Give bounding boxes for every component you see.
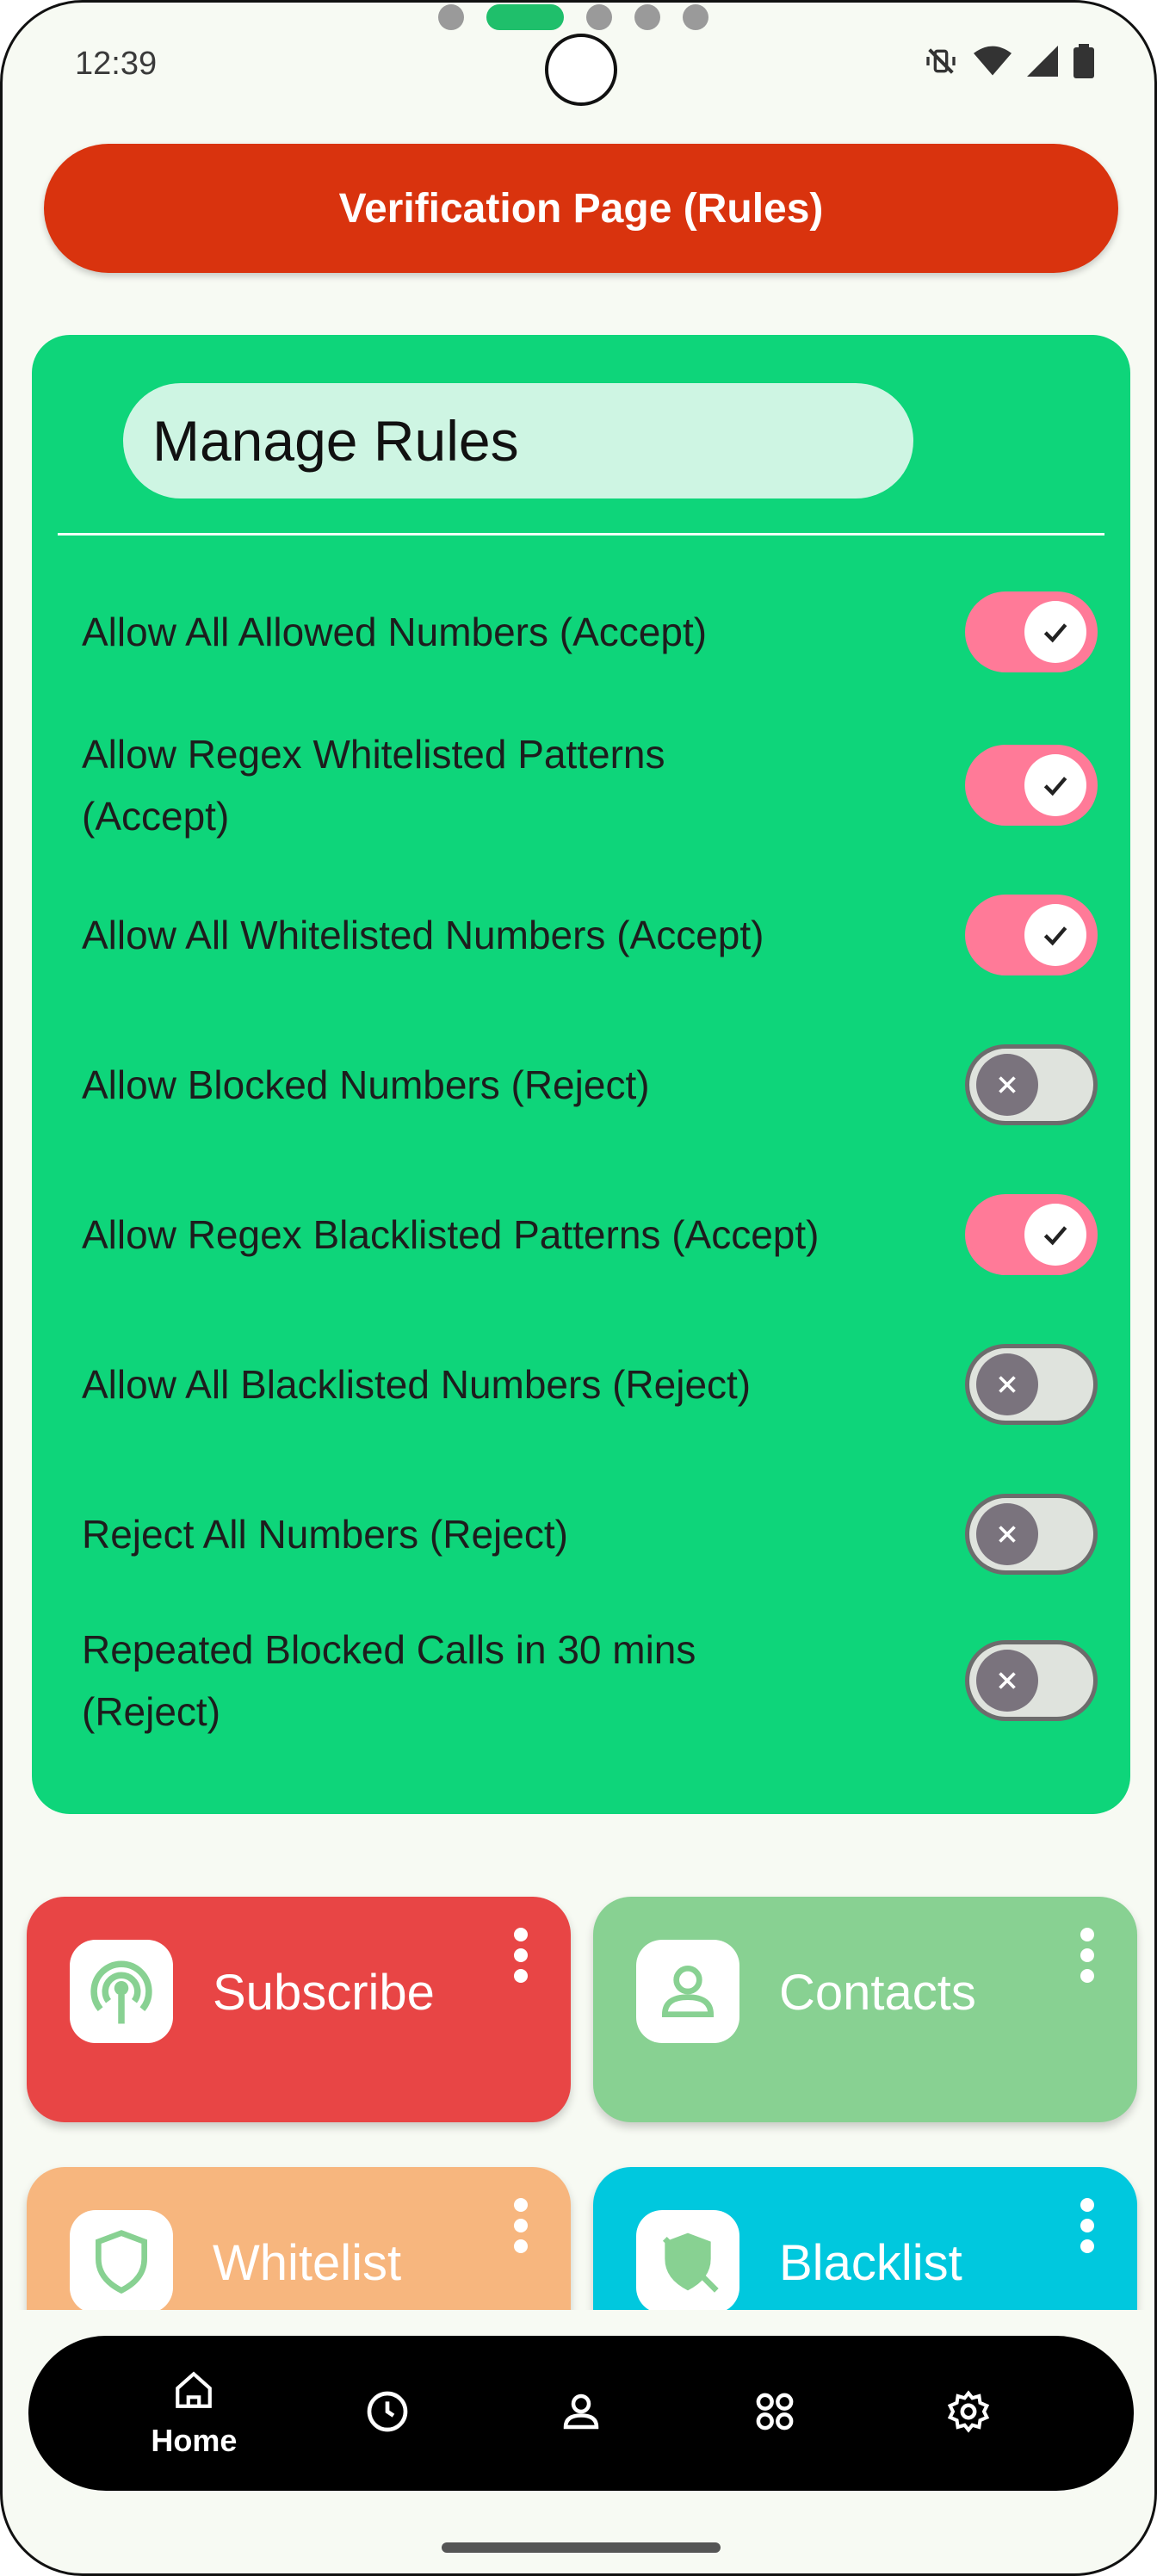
rule-label: Reject All Numbers (Reject)	[82, 1512, 568, 1557]
rule-label: Allow All Whitelisted Numbers (Accept)	[82, 913, 764, 957]
battery-icon	[1073, 44, 1094, 78]
page-dot	[634, 4, 660, 30]
rule-label: Repeated Blocked Calls in 30 mins (Rejec…	[82, 1627, 696, 1734]
nav-history[interactable]	[327, 2387, 448, 2440]
rule-row: Allow All Whitelisted Numbers (Accept)	[82, 888, 1098, 982]
more-vert-icon[interactable]	[514, 2198, 528, 2253]
history-icon	[363, 2387, 411, 2440]
status-bar: 12:39	[3, 3, 1154, 132]
rule-toggle[interactable]	[965, 1044, 1098, 1125]
tile-label: Contacts	[779, 1965, 976, 2021]
nav-home-label: Home	[151, 2422, 238, 2458]
rule-row: Allow All Allowed Numbers (Accept)	[82, 585, 1098, 679]
person-icon	[558, 2388, 604, 2439]
divider	[58, 533, 1104, 536]
nav-apps[interactable]	[715, 2388, 835, 2439]
rule-label: Allow Regex Whitelisted Patterns (Accept…	[82, 732, 665, 839]
shield-icon	[70, 2210, 173, 2310]
more-vert-icon[interactable]	[1080, 1928, 1094, 1983]
tiles-grid: Subscribe Contacts Whitelist Blacklist	[3, 1888, 1154, 2310]
rule-row: Allow All Blacklisted Numbers (Reject)	[82, 1337, 1098, 1432]
rule-label: Allow Regex Blacklisted Patterns (Accept…	[82, 1212, 820, 1257]
home-indicator[interactable]	[442, 2542, 721, 2553]
manage-rules-title: Manage Rules	[123, 383, 913, 498]
page-dot	[683, 4, 708, 30]
verification-page-button[interactable]: Verification Page (Rules)	[44, 144, 1118, 273]
settings-icon	[945, 2388, 992, 2439]
rule-row: Allow Blocked Numbers (Reject)	[82, 1037, 1098, 1132]
more-vert-icon[interactable]	[1080, 2198, 1094, 2253]
rule-row: Repeated Blocked Calls in 30 mins (Rejec…	[82, 1616, 1098, 1745]
page-dot	[438, 4, 464, 30]
phone-screen: 12:39 Verification Page (Rules) Manage R…	[0, 0, 1157, 2576]
rule-toggle[interactable]	[965, 1494, 1098, 1575]
tile-label: Blacklist	[779, 2235, 962, 2291]
signal-icon	[1027, 44, 1058, 78]
rule-row: Allow Regex Whitelisted Patterns (Accept…	[82, 721, 1098, 850]
page-dot	[586, 4, 612, 30]
rule-toggle[interactable]	[965, 745, 1098, 826]
vibrate-off-icon	[924, 44, 958, 78]
rule-label: Allow All Blacklisted Numbers (Reject)	[82, 1362, 752, 1407]
shield-blocked-icon	[636, 2210, 739, 2310]
rule-toggle[interactable]	[965, 1194, 1098, 1275]
status-time: 12:39	[75, 46, 158, 82]
more-vert-icon[interactable]	[514, 1928, 528, 1983]
person-icon	[636, 1940, 739, 2043]
check-icon	[1024, 754, 1086, 816]
manage-rules-card: Manage Rules Allow All Allowed Numbers (…	[32, 335, 1130, 1814]
tile-contacts[interactable]: Contacts	[593, 1897, 1137, 2122]
apps-icon	[752, 2388, 798, 2439]
tile-whitelist[interactable]: Whitelist	[27, 2167, 571, 2310]
tile-blacklist[interactable]: Blacklist	[593, 2167, 1137, 2310]
nav-profile[interactable]	[521, 2388, 641, 2439]
close-icon	[976, 1650, 1038, 1712]
close-icon	[976, 1503, 1038, 1565]
close-icon	[976, 1054, 1038, 1116]
rule-toggle[interactable]	[965, 591, 1098, 672]
rule-label: Allow All Allowed Numbers (Accept)	[82, 610, 708, 654]
nav-settings[interactable]	[908, 2388, 1029, 2439]
rule-toggle[interactable]	[965, 1344, 1098, 1425]
check-icon	[1024, 1204, 1086, 1266]
page-indicator	[438, 4, 708, 30]
close-icon	[976, 1353, 1038, 1415]
rule-toggle[interactable]	[965, 1640, 1098, 1721]
bottom-navigation: Home	[28, 2336, 1134, 2491]
tile-label: Whitelist	[213, 2235, 402, 2291]
rule-label: Allow Blocked Numbers (Reject)	[82, 1062, 650, 1107]
broadcast-icon	[70, 1940, 173, 2043]
check-icon	[1024, 904, 1086, 966]
wifi-icon	[974, 44, 1012, 78]
front-camera	[545, 34, 617, 106]
page-dot-active	[486, 4, 564, 30]
rule-row: Reject All Numbers (Reject)	[82, 1487, 1098, 1582]
tile-label: Subscribe	[213, 1965, 435, 2021]
rule-toggle[interactable]	[965, 895, 1098, 975]
tile-subscribe[interactable]: Subscribe	[27, 1897, 571, 2122]
nav-home[interactable]: Home	[133, 2369, 254, 2459]
home-icon	[172, 2369, 215, 2416]
check-icon	[1024, 601, 1086, 663]
rule-row: Allow Regex Blacklisted Patterns (Accept…	[82, 1187, 1098, 1282]
status-icons	[924, 44, 1094, 78]
